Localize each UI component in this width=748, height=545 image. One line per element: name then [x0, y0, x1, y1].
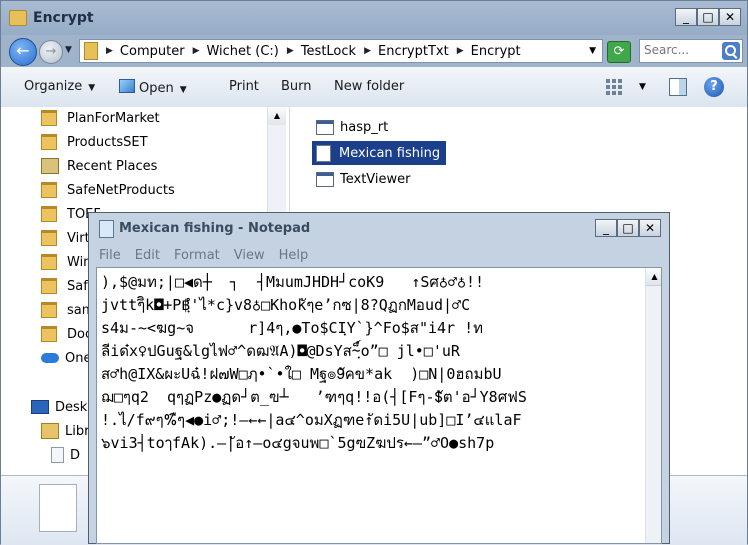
folder-icon [41, 206, 57, 222]
refresh-button[interactable]: ⟳ [607, 41, 631, 63]
folder-icon [84, 42, 98, 60]
organize-button[interactable]: Organize ▼ [24, 79, 95, 94]
folder-icon [41, 134, 57, 150]
file-item-textviewer[interactable]: TextViewer [312, 167, 416, 191]
file-item-mexican-fishing[interactable]: Mexican fishing [312, 141, 447, 165]
print-button[interactable]: Print [229, 79, 259, 94]
notepad-text-content[interactable]: ),$@มท;|□◀ด┼ ┐ ┤MมumJHDH┘coK9 ↑Sศ♁♂♁!! jv… [97, 268, 645, 543]
text-file-icon [316, 144, 331, 162]
change-view-icon[interactable] [605, 78, 623, 96]
breadcrumb-encrypt[interactable]: ▶ Encrypt [457, 44, 521, 59]
nav-item-documents[interactable]: D [51, 444, 80, 466]
folder-icon [41, 110, 57, 126]
explorer-title-bar[interactable]: Encrypt _ □ ✕ [1, 1, 747, 35]
minimize-button[interactable]: _ [675, 8, 697, 26]
notepad-title: Mexican fishing - Notepad [119, 221, 311, 236]
address-bar[interactable]: ▶ Computer ▶ Wichet (C:) ▶ TestLock ▶ Encryp… [79, 39, 603, 63]
nav-item-sam[interactable]: sam [41, 299, 94, 321]
forward-button[interactable]: → [39, 40, 63, 64]
address-row: ← → ▼ ▶ Computer ▶ Wichet (C:) ▶ TestLock ▶… [1, 35, 747, 67]
view-options-dropdown[interactable]: ▼ [639, 82, 646, 92]
folder-icon [41, 278, 57, 294]
onedrive-icon [41, 353, 59, 363]
maximize-button[interactable]: □ [697, 8, 719, 26]
folder-icon [41, 182, 57, 198]
application-icon [316, 119, 334, 135]
notepad-minimize-button[interactable]: _ [595, 219, 617, 237]
folder-icon [41, 326, 57, 342]
text-line: !.ไ/f๙ๆ%ืๆ◀●i♂;!—←←|a๔^oมXฏฑe↑ัดi5U|ub]□… [101, 411, 522, 429]
text-line: s4ม-~<ฆg~จ r]4ๆ,●To$CIฺY`}^Fo$ส"i4r !ท [101, 319, 484, 337]
open-icon [119, 79, 135, 93]
application-icon [316, 171, 334, 187]
menu-help[interactable]: Help [279, 248, 309, 263]
search-box[interactable] [639, 39, 743, 63]
notepad-icon [99, 220, 114, 238]
menu-edit[interactable]: Edit [135, 248, 160, 263]
breadcrumb-drive[interactable]: ▶ Wichet (C:) [193, 44, 279, 59]
folder-icon [41, 302, 57, 318]
back-button[interactable]: ← [9, 38, 37, 66]
scroll-up-arrow-icon[interactable]: ▲ [646, 268, 661, 286]
burn-button[interactable]: Burn [281, 79, 312, 94]
text-line: ลีiด๋x♀ปGuฐ&lgไฟ♂^ดฒ𝔄A)◘@DsYส~ฺ็์o”□ jl•… [101, 342, 460, 360]
window-title: Encrypt [33, 10, 94, 26]
search-input[interactable] [644, 43, 714, 57]
libraries-icon [41, 423, 59, 439]
nav-item-win[interactable]: Win [41, 251, 91, 273]
scroll-up-arrow-icon[interactable]: ▲ [268, 107, 286, 125]
breadcrumb-testlock[interactable]: ▶ TestLock [287, 44, 356, 59]
notepad-scrollbar[interactable]: ▲ [645, 268, 661, 543]
nav-item-desktop[interactable]: Desk [31, 396, 87, 418]
notepad-close-button[interactable]: ✕ [639, 219, 661, 237]
nav-item-virt[interactable]: Virt [41, 227, 90, 249]
recent-places-icon [41, 158, 59, 174]
nav-item-doc[interactable]: Doc [41, 323, 92, 345]
breadcrumb-computer[interactable]: ▶ Computer [106, 44, 185, 59]
nav-item-onedrive[interactable]: One [41, 347, 91, 369]
nav-item-productsset[interactable]: ProductsSET [41, 131, 148, 153]
folder-icon [41, 254, 57, 270]
recent-pages-dropdown[interactable]: ▼ [65, 45, 72, 55]
search-icon[interactable] [722, 42, 740, 60]
breadcrumb-encrypttxt[interactable]: ▶ EncryptTxt [364, 44, 449, 59]
text-line: jvttๆ̃ิk◘+P฿ฺํ'ไ*c}v8♁□Khokัๆe’กซ|8?QฏกM… [101, 296, 471, 314]
menu-view[interactable]: View [234, 248, 265, 263]
text-line: ๖vi3┤toๅfAk).—|ัอ↑—o๔gจuพ□`5gฃZฆปร←—”♂O●… [101, 434, 495, 452]
documents-icon [51, 447, 64, 463]
chevron-down-icon[interactable]: ▼ [589, 46, 596, 56]
menu-file[interactable]: File [99, 248, 121, 263]
text-line: ),$@มท;|□◀ด┼ ┐ ┤MมumJHDH┘coK9 ↑Sศ♁♂♁!! [101, 273, 485, 291]
file-thumbnail-icon [39, 484, 77, 532]
preview-pane-icon[interactable] [669, 78, 687, 96]
help-icon[interactable]: ? [704, 77, 724, 97]
notepad-title-bar[interactable]: Mexican fishing - Notepad _ □ ✕ [89, 213, 669, 243]
nav-item-safenetproducts[interactable]: SafeNetProducts [41, 179, 175, 201]
notepad-window: Mexican fishing - Notepad _ □ ✕ File Edi… [88, 212, 670, 544]
notepad-text-area[interactable]: ),$@มท;|□◀ด┼ ┐ ┤MมumJHDH┘coK9 ↑Sศ♁♂♁!! jv… [96, 267, 662, 544]
nav-item-libraries[interactable]: Libr [41, 420, 89, 442]
open-button[interactable]: Open ▼ [119, 79, 187, 96]
close-button[interactable]: ✕ [719, 8, 741, 26]
text-line: ฌ□ๆq2 qๆฏPz●ฏด┘ต_ฃ┴ ’ฑๆq!!อ(┤[Fๆ-$ัต'อ┘Y… [101, 388, 527, 406]
file-item-hasp-rt[interactable]: hasp_rt [312, 115, 394, 139]
folder-icon [41, 230, 57, 246]
menu-format[interactable]: Format [174, 248, 220, 263]
desktop-icon [31, 400, 49, 414]
notepad-maximize-button[interactable]: □ [617, 219, 639, 237]
nav-item-planformarket[interactable]: PlanForMarket [41, 107, 160, 129]
new-folder-button[interactable]: New folder [334, 79, 404, 94]
nav-item-recent-places[interactable]: Recent Places [41, 155, 157, 177]
text-line: ส♂h@IX&ผะUฉ๋!ฝ๗W□ฦ•`•ใ□ Mฐ๏9ัคข*ak )□N|0… [101, 365, 502, 383]
notepad-menu-bar: File Edit Format View Help [89, 243, 669, 267]
command-bar: Organize ▼ Open ▼ Print Burn New folder ▼ … [1, 67, 747, 108]
folder-icon [9, 10, 27, 26]
